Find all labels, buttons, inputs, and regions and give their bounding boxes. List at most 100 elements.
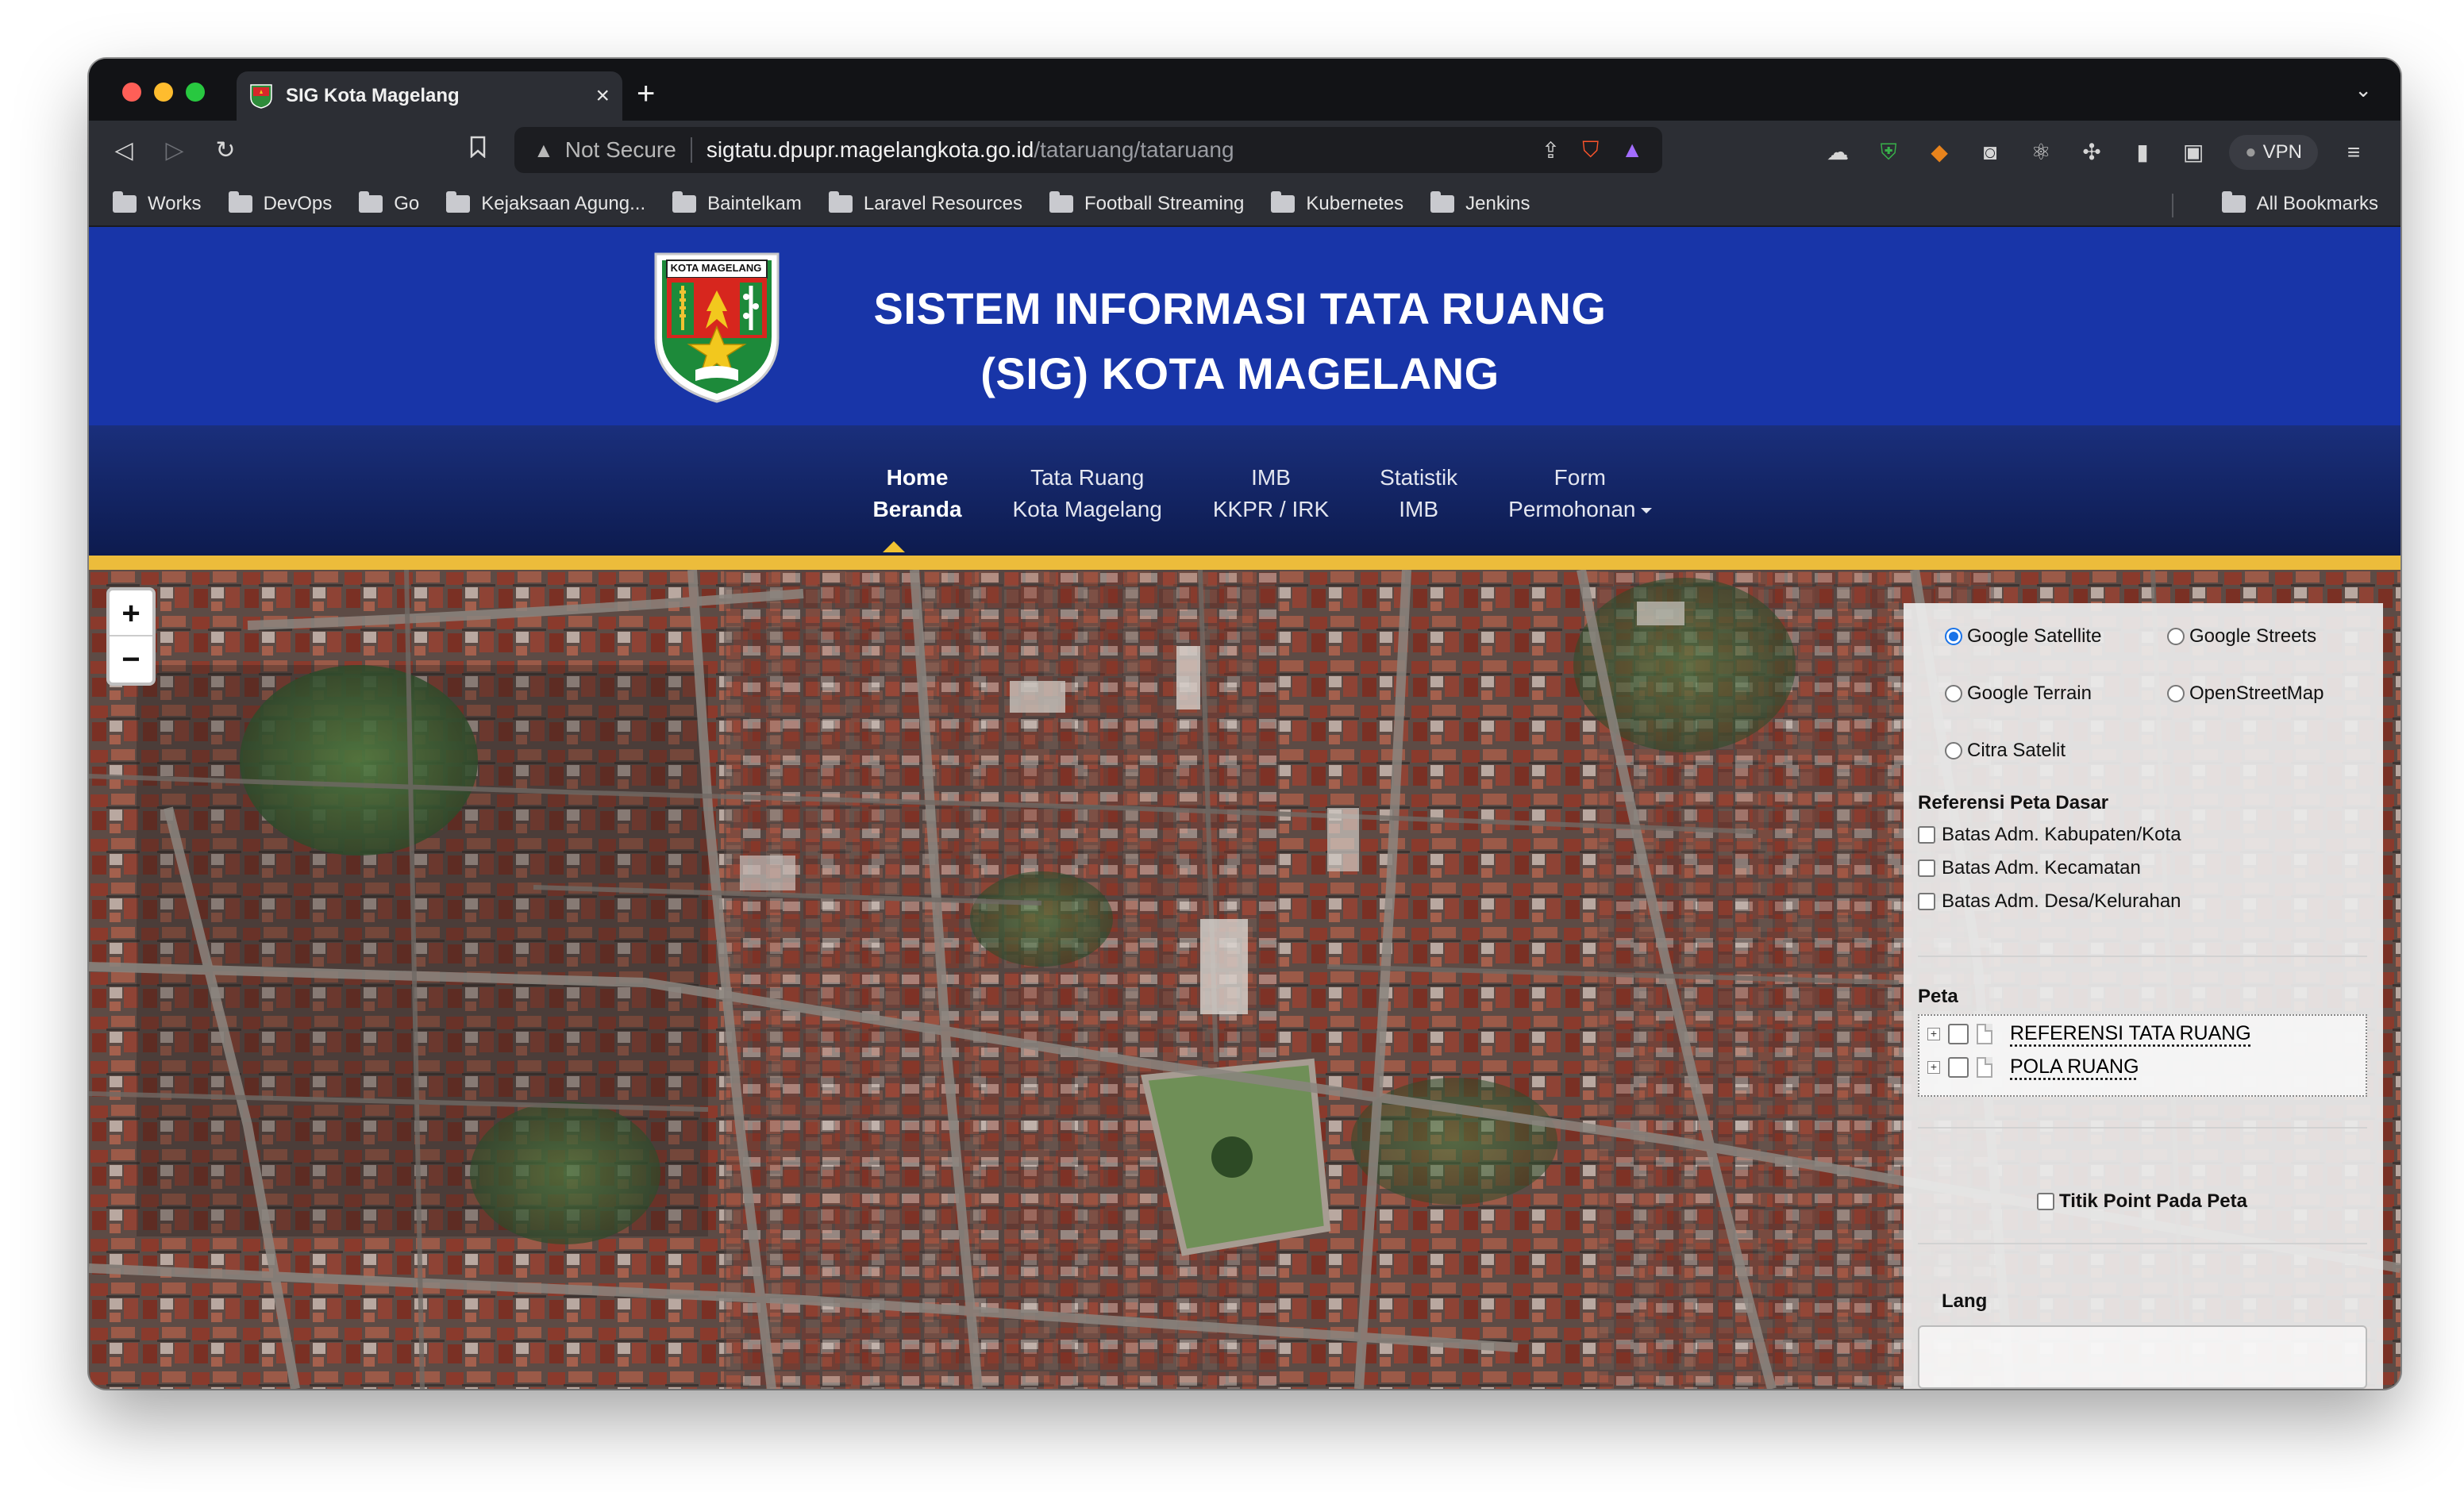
address-bar[interactable]: ▲ Not Secure sigtatu.dpupr.magelangkota.… [514, 127, 1662, 173]
vpn-label: VPN [2262, 141, 2302, 163]
shield-extension-icon[interactable]: ⛨ [1873, 137, 1904, 167]
basemap-google-satellite[interactable]: Google Satellite [1945, 625, 2101, 648]
radio-google-terrain[interactable] [1945, 685, 1962, 702]
bookmark-go[interactable]: Go [359, 190, 419, 217]
extensions-puzzle-icon[interactable]: ✣ [2077, 137, 2107, 167]
peta-title: Peta [1918, 986, 1958, 1007]
zoom-in-button[interactable]: + [110, 590, 152, 636]
bookmarks-divider [2172, 194, 2173, 217]
share-icon[interactable]: ⇪ [1542, 137, 1560, 163]
layer-checkbox[interactable] [1948, 1023, 1969, 1044]
vpn-button[interactable]: ● VPN [2229, 135, 2318, 170]
forward-icon[interactable]: ▷ [159, 135, 191, 167]
basemap-citra-satelit[interactable]: Citra Satelit [1945, 740, 2066, 762]
folder-icon [672, 191, 697, 213]
referensi-label: Batas Adm. Desa/Kelurahan [1942, 890, 2181, 912]
referensi-label: Batas Adm. Kecamatan [1942, 857, 2141, 879]
nav-home-line-1: Home [886, 465, 949, 490]
tree-item-pola-ruang[interactable]: + POLA RUANG [1927, 1056, 2139, 1079]
lang-title: Lang [1942, 1290, 1988, 1312]
bookmark-label: Kejaksaan Agung... [481, 193, 646, 214]
titik-point-option[interactable]: Titik Point Pada Peta [2037, 1190, 2247, 1213]
site-title: SISTEM INFORMASI TATA RUANG (SIG) KOTA M… [803, 276, 1677, 406]
folder-icon [359, 191, 383, 213]
checkbox-titik-point[interactable] [2037, 1193, 2054, 1210]
bookmark-football[interactable]: Football Streaming [1049, 190, 1244, 217]
nav-home-line-2: Beranda [872, 497, 962, 521]
sidebar-toggle-icon[interactable]: ▮ [2127, 137, 2158, 167]
satellite-map[interactable]: + − Google Satellite Google Streets Goog… [89, 570, 2400, 1389]
radio-google-streets[interactable] [2167, 628, 2185, 645]
nav-form-permohonan[interactable]: Form Permohonan [1508, 462, 1652, 525]
minimize-window-button[interactable] [154, 83, 173, 102]
checkbox-desa-kelurahan[interactable] [1918, 893, 1935, 910]
bookmark-label: Go [394, 193, 420, 214]
bookmark-icon[interactable] [462, 135, 494, 167]
checkbox-kecamatan[interactable] [1918, 859, 1935, 877]
bookmark-kubernetes[interactable]: Kubernetes [1271, 190, 1403, 217]
basemap-google-terrain[interactable]: Google Terrain [1945, 683, 2092, 705]
nav-statistik[interactable]: Statistik IMB [1380, 462, 1457, 525]
react-devtools-icon[interactable]: ⚛ [2026, 137, 2056, 167]
reload-icon[interactable]: ↻ [210, 135, 241, 167]
checkbox-kabupaten-kota[interactable] [1918, 826, 1935, 844]
brave-shields-icon[interactable]: ⛉ [1582, 137, 1599, 163]
browser-tab[interactable]: SIG Kota Magelang × [237, 71, 622, 121]
radio-google-satellite[interactable] [1945, 628, 1962, 645]
bookmark-kejaksaan[interactable]: Kejaksaan Agung... [446, 190, 645, 217]
titik-point-label: Titik Point Pada Peta [2059, 1190, 2247, 1212]
basemap-google-streets[interactable]: Google Streets [2167, 625, 2316, 648]
back-icon[interactable]: ◁ [108, 135, 140, 167]
layer-label[interactable]: REFERENSI TATA RUANG [2000, 1022, 2251, 1045]
layer-label[interactable]: POLA RUANG [2000, 1056, 2139, 1079]
tab-list-chevron-icon[interactable]: ⌄ [2354, 78, 2372, 102]
nav-form-line-2: Permohonan [1508, 497, 1636, 521]
active-nav-pointer [883, 541, 905, 552]
layer-checkbox[interactable] [1948, 1056, 1969, 1078]
wallet-icon[interactable]: ▣ [2178, 137, 2208, 167]
panel-divider [1918, 956, 2367, 957]
radio-citra-satelit[interactable] [1945, 742, 1962, 759]
nav-imb-kkpr[interactable]: IMB KKPR / IRK [1213, 462, 1329, 525]
panel-divider [1918, 1243, 2367, 1244]
radio-openstreetmap[interactable] [2167, 685, 2185, 702]
brave-rewards-icon[interactable]: ▲ [1621, 137, 1643, 163]
nav-home[interactable]: Home Beranda [872, 462, 961, 525]
camera-extension-icon[interactable]: ◙ [1975, 137, 2005, 167]
bookmarks-bar: Works DevOps Go Kejaksaan Agung... Baint… [89, 183, 2400, 227]
bookmark-works[interactable]: Works [113, 190, 202, 217]
tree-item-referensi-tata-ruang[interactable]: + REFERENSI TATA RUANG [1927, 1022, 2251, 1045]
nav-tata-ruang[interactable]: Tata Ruang Kota Magelang [1013, 462, 1162, 525]
new-tab-icon[interactable]: + [637, 75, 655, 113]
bookmark-baintelkam[interactable]: Baintelkam [672, 190, 802, 217]
bookmark-jenkins[interactable]: Jenkins [1430, 190, 1530, 217]
bookmark-laravel[interactable]: Laravel Resources [828, 190, 1022, 217]
basemap-label: Google Terrain [1967, 683, 2092, 704]
folder-icon [228, 191, 252, 213]
lang-input[interactable] [1918, 1325, 2367, 1389]
bookmark-devops[interactable]: DevOps [228, 190, 332, 217]
tab-strip: SIG Kota Magelang × + ⌄ [89, 59, 2400, 121]
bookmark-label: Baintelkam [707, 193, 802, 214]
maximize-window-button[interactable] [186, 83, 205, 102]
expand-plus-icon[interactable]: + [1927, 1060, 1940, 1074]
tab-close-icon[interactable]: × [595, 84, 610, 108]
nav-imb-line-1: IMB [1251, 465, 1291, 490]
referensi-kecamatan[interactable]: Batas Adm. Kecamatan [1918, 857, 2141, 879]
referensi-desa-kelurahan[interactable]: Batas Adm. Desa/Kelurahan [1918, 890, 2181, 913]
cloud-extension-icon[interactable]: ☁ [1823, 137, 1853, 167]
menu-hamburger-icon[interactable]: ≡ [2339, 137, 2369, 167]
basemap-openstreetmap[interactable]: OpenStreetMap [2167, 683, 2323, 705]
zoom-out-button[interactable]: − [110, 636, 152, 683]
basemap-label: OpenStreetMap [2189, 683, 2324, 704]
url-host: sigtatu.dpupr.magelangkota.go.id [706, 137, 1034, 162]
nav-statistik-line-1: Statistik [1380, 465, 1458, 490]
referensi-kabupaten-kota[interactable]: Batas Adm. Kabupaten/Kota [1918, 824, 2181, 846]
folder-icon [2221, 191, 2246, 213]
close-window-button[interactable] [122, 83, 141, 102]
bookmark-label: Football Streaming [1084, 193, 1245, 214]
metamask-fox-icon[interactable]: ◆ [1924, 137, 1954, 167]
peta-layer-tree: + REFERENSI TATA RUANG + POLA RUANG [1918, 1014, 2367, 1097]
all-bookmarks[interactable]: All Bookmarks [2221, 190, 2378, 217]
expand-plus-icon[interactable]: + [1927, 1027, 1940, 1040]
